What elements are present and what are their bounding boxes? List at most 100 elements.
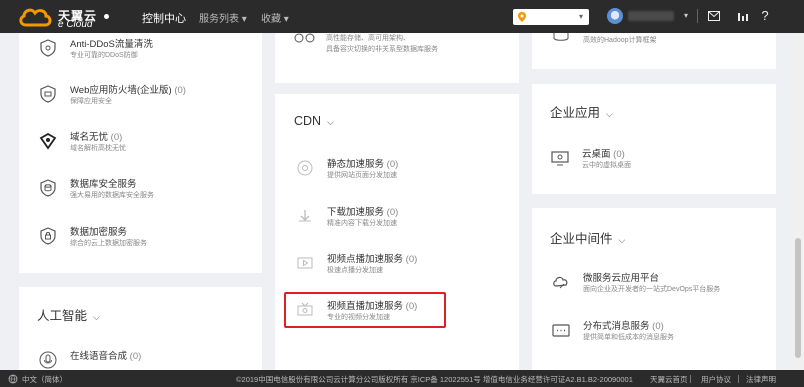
video-on-demand-icon [297, 257, 313, 269]
shield-icon [40, 85, 56, 103]
nav-service-list[interactable]: 服务列表 ▾ [199, 10, 247, 25]
footer-link-home[interactable]: 天翼云首页 [650, 374, 688, 385]
service-description: 提供简单和低成本的消息服务 [583, 334, 674, 341]
microphone-icon [39, 351, 57, 369]
service-description: 高效的Hadoop计算框架 [583, 37, 657, 44]
cloud-logo-icon [19, 8, 52, 27]
service-description: 极速点播分发加速 [327, 267, 383, 274]
service-static-acceleration[interactable]: 静态加速服务 (0) 提供网站页面分发加速 [295, 156, 505, 182]
service-count: (0) [174, 85, 186, 96]
nav-favorites[interactable]: 收藏 ▾ [261, 10, 289, 25]
chevron-down-icon: ▾ [578, 12, 583, 21]
help-icon[interactable]: ? [757, 8, 773, 24]
footer-link-legal[interactable]: 法律声明 [746, 374, 776, 385]
hadoop-service-card[interactable]: 高效的Hadoop计算框架 [532, 33, 776, 69]
security-services-card: Anti-DDoS流量清洗 专业可靠的DDoS防御 Web应用防火墙(企业版) … [19, 33, 262, 273]
region-selector[interactable]: ▾ [513, 9, 589, 25]
nosql-service-card[interactable]: 高性能存储、高可用架构、 具备容灾切换的非关系型数据库服务 [275, 33, 519, 83]
microservice-cloud-icon [553, 276, 568, 289]
account-chevron-down-icon[interactable]: ▾ [684, 11, 688, 20]
service-title: Web应用防火墙(企业版) [70, 85, 172, 96]
highlight-box [284, 292, 446, 328]
service-description: 专业可靠的DDoS防御 [70, 52, 138, 59]
service-title: 数据库安全服务 [70, 179, 137, 190]
user-avatar[interactable] [607, 8, 623, 24]
chevron-down-icon: ⌵ [327, 117, 334, 127]
nodes-icon [294, 33, 315, 43]
download-cdn-icon [299, 210, 311, 222]
service-description: 面向企业及开发者的一站式DevOps平台服务 [583, 286, 721, 293]
service-count: (0) [613, 149, 625, 160]
chevron-down-icon: ⌵ [618, 235, 626, 245]
service-data-encryption[interactable]: 数据加密服务 综合的云上数据加密服务 [38, 224, 258, 250]
service-description-line2: 具备容灾切换的非关系型数据库服务 [326, 46, 438, 53]
service-title: 下载加速服务 [327, 207, 385, 218]
service-count: (0) [652, 321, 664, 332]
nav-dot-separator [104, 14, 109, 19]
footer-divider [738, 375, 739, 383]
service-anti-ddos[interactable]: Anti-DDoS流量清洗 专业可靠的DDoS防御 [38, 36, 258, 62]
section-title-ai[interactable]: 人工智能 ⌵ [37, 305, 100, 324]
service-count: (0) [110, 132, 123, 143]
service-title: 云桌面 [582, 149, 611, 160]
enterprise-middleware-card: 企业中间件 ⌵ 微服务云应用平台 面向企业及开发者的一站式DevOps平台服务 分… [532, 208, 776, 387]
service-title: 分布式消息服务 [583, 321, 650, 332]
chevron-down-icon: ⌵ [606, 109, 613, 119]
service-web-firewall[interactable]: Web应用防火墙(企业版) (0) 保障应用安全 [38, 82, 258, 108]
header-divider [697, 9, 698, 23]
bar-chart-icon[interactable] [735, 8, 751, 24]
ecloud-logo[interactable]: 天翼云 e Cloud [18, 4, 118, 30]
service-distributed-message[interactable]: 分布式消息服务 (0) 提供简单和低成本的消息服务 [551, 318, 766, 344]
shield-icon [40, 39, 56, 57]
service-cloud-desktop[interactable]: 云桌面 (0) 云中的虚拟桌面 [550, 146, 760, 172]
service-microservice-platform[interactable]: 微服务云应用平台 面向企业及开发者的一站式DevOps平台服务 [551, 270, 766, 296]
location-pin-icon [518, 12, 526, 22]
nav-console[interactable]: 控制中心 [142, 10, 186, 26]
service-title: Anti-DDoS流量清洗 [70, 39, 153, 50]
globe-icon [8, 374, 18, 384]
message-icon [552, 324, 570, 337]
service-count: (0) [129, 351, 142, 362]
enterprise-apps-card: 企业应用 ⌵ 云桌面 (0) 云中的虚拟桌面 [532, 84, 776, 194]
service-title: 微服务云应用平台 [583, 273, 660, 284]
service-description: 精准内容下载分发加速 [327, 220, 397, 227]
service-title: 域名无忧 [70, 132, 109, 143]
desktop-icon [551, 151, 569, 166]
cdn-services-card: CDN ⌵ 静态加速服务 (0) 提供网站页面分发加速 下载加速服务 (0) 精准… [275, 94, 519, 387]
footer-bar: 中文（简体） ©2019中国电信股份有限公司云计算分公司版权所有 京ICP备 1… [0, 370, 804, 387]
service-description: 提供网站页面分发加速 [327, 172, 397, 179]
chevron-down-icon: ⌵ [93, 312, 100, 322]
section-title-cdn[interactable]: CDN ⌵ [294, 114, 334, 128]
scrollbar-thumb[interactable] [795, 238, 801, 358]
section-title-enterprise-apps[interactable]: 企业应用 ⌵ [550, 102, 613, 121]
section-title-middleware[interactable]: 企业中间件 ⌵ [550, 228, 625, 247]
lock-shield-icon [40, 227, 56, 245]
service-count: (0) [386, 159, 399, 170]
service-title: 在线语音合成 [70, 351, 128, 362]
service-title: 视频点播加速服务 [327, 254, 404, 265]
service-database-security[interactable]: 数据库安全服务 强大易用的数据库安全服务 [38, 176, 258, 202]
top-navigation-bar: 天翼云 e Cloud 控制中心 服务列表 ▾ 收藏 ▾ ▾ ▾ ? [0, 0, 804, 33]
section-title-text: 企业应用 [550, 106, 601, 120]
service-description: 域名解析高枕无忧 [70, 145, 126, 152]
section-title-text: 企业中间件 [550, 232, 613, 246]
service-download-acceleration[interactable]: 下载加速服务 (0) 精准内容下载分发加速 [295, 204, 505, 230]
hadoop-icon [553, 33, 569, 41]
service-description: 保障应用安全 [70, 98, 112, 105]
section-title-text: CDN [294, 114, 322, 128]
service-count: (0) [405, 254, 418, 265]
copyright-text: ©2019中国电信股份有限公司云计算分公司版权所有 京ICP备 12022551… [236, 375, 633, 384]
language-selector[interactable]: 中文（简体） [22, 374, 67, 385]
service-domain-worryfree[interactable]: 域名无忧 (0) 域名解析高枕无忧 [38, 129, 258, 155]
service-description: 云中的虚拟桌面 [582, 162, 631, 169]
brand-subtitle: e Cloud [58, 19, 93, 30]
service-description: 高性能存储、高可用架构、 [326, 35, 410, 42]
service-description: 强大易用的数据库安全服务 [70, 192, 154, 199]
account-name-blurred[interactable] [628, 11, 674, 21]
service-vod-acceleration[interactable]: 视频点播加速服务 (0) 极速点播分发加速 [295, 251, 505, 277]
footer-link-agreement[interactable]: 用户协议 [701, 374, 731, 385]
service-count: (0) [386, 207, 399, 218]
service-title: 数据加密服务 [70, 227, 128, 238]
mail-icon[interactable] [706, 8, 722, 24]
database-shield-icon [40, 179, 56, 197]
